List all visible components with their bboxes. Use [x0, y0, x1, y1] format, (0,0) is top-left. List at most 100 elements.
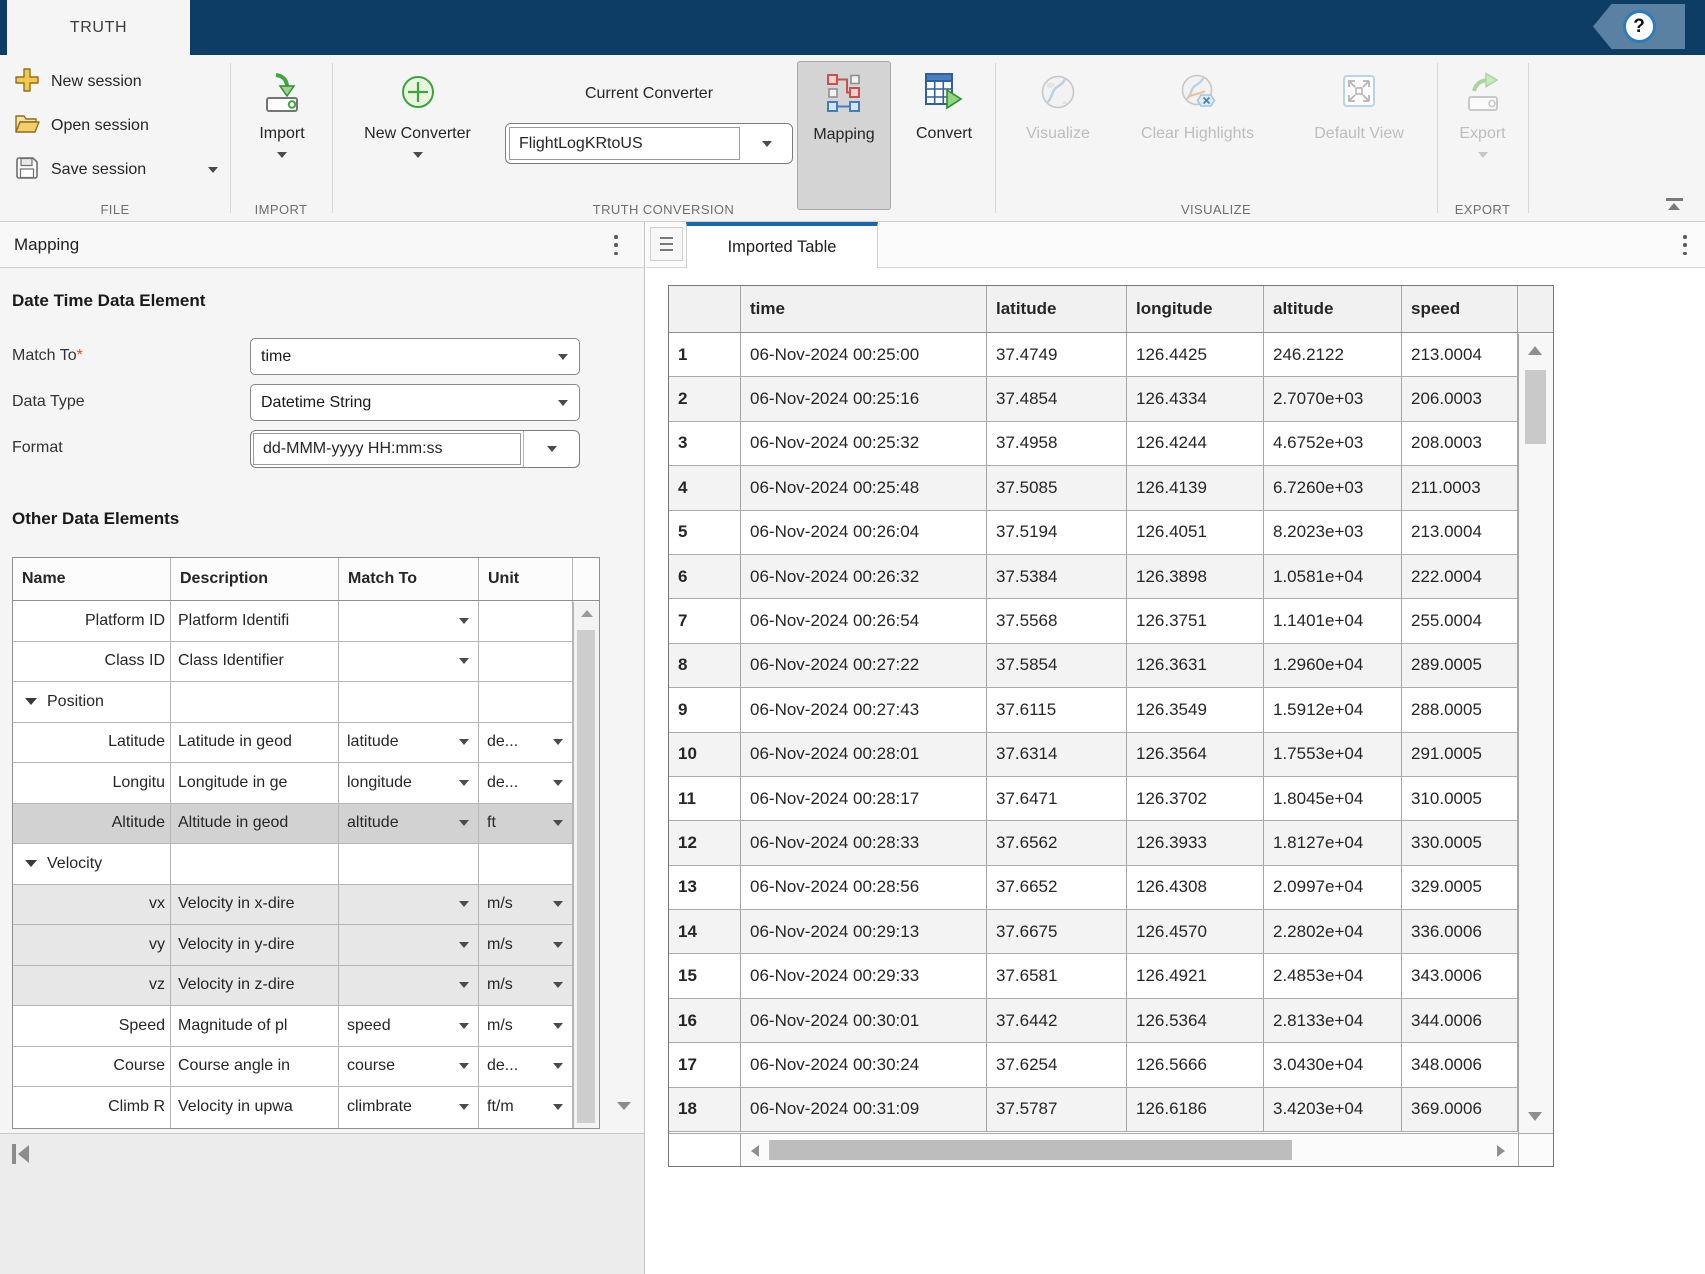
latitude-cell[interactable]: 37.5568 [987, 599, 1127, 642]
longitude-cell[interactable]: 126.3631 [1127, 644, 1264, 687]
mapping-table-row[interactable]: vz Velocity in z-dire m/s [13, 966, 575, 1007]
latitude-cell[interactable]: 37.4854 [987, 377, 1127, 420]
data-type-select[interactable]: Datetime String [250, 384, 580, 421]
collapse-ribbon-button[interactable] [1666, 198, 1683, 211]
mapping-button[interactable]: Mapping [797, 61, 891, 210]
altitude-cell[interactable]: 2.2802e+04 [1264, 910, 1402, 953]
time-cell[interactable]: 06-Nov-2024 00:26:04 [741, 511, 987, 554]
scroll-up-icon[interactable] [581, 610, 593, 617]
element-name-cell[interactable]: Latitude [13, 723, 171, 763]
row-number-cell[interactable]: 2 [669, 377, 741, 420]
time-cell[interactable]: 06-Nov-2024 00:25:16 [741, 377, 987, 420]
group-collapse-icon[interactable] [25, 698, 37, 705]
mapping-table-row[interactable]: Speed Magnitude of pl speed m/s [13, 1006, 575, 1047]
table-row[interactable]: 13 06-Nov-2024 00:28:56 37.6652 126.4308… [669, 866, 1518, 910]
default-view-button[interactable]: Default View [1288, 61, 1430, 211]
row-number-cell[interactable]: 14 [669, 910, 741, 953]
mapping-table-row[interactable]: Platform ID Platform Identifi [13, 601, 575, 642]
table-row[interactable]: 11 06-Nov-2024 00:28:17 37.6471 126.3702… [669, 777, 1518, 821]
row-number-cell[interactable]: 18 [669, 1088, 741, 1131]
table-row[interactable]: 9 06-Nov-2024 00:27:43 37.6115 126.3549 … [669, 688, 1518, 732]
speed-cell[interactable]: 330.0005 [1402, 821, 1518, 864]
collapse-panel-button[interactable] [12, 1144, 29, 1164]
scroll-right-icon[interactable] [1497, 1145, 1505, 1157]
export-dropdown-icon[interactable] [1478, 152, 1488, 158]
altitude-cell[interactable]: 1.7553e+04 [1264, 733, 1402, 776]
time-cell[interactable]: 06-Nov-2024 00:25:48 [741, 466, 987, 509]
latitude-cell[interactable]: 37.5194 [987, 511, 1127, 554]
mapping-table-row[interactable]: Latitude Latitude in geod latitude de... [13, 723, 575, 764]
row-number-cell[interactable]: 8 [669, 644, 741, 687]
unit-dropdown-cell[interactable] [479, 682, 573, 722]
longitude-cell[interactable]: 126.4921 [1127, 954, 1264, 997]
format-dropdown-button[interactable] [523, 431, 579, 467]
save-session-dropdown-icon[interactable] [208, 167, 218, 173]
longitude-cell[interactable]: 126.3549 [1127, 688, 1264, 731]
match-to-dropdown-cell[interactable] [339, 844, 479, 884]
open-session-button[interactable]: Open session [8, 104, 224, 148]
speed-cell[interactable]: 206.0003 [1402, 377, 1518, 420]
current-converter-value[interactable]: FlightLogKRtoUS [509, 127, 740, 160]
table-row[interactable]: 2 06-Nov-2024 00:25:16 37.4854 126.4334 … [669, 377, 1518, 421]
table-row[interactable]: 3 06-Nov-2024 00:25:32 37.4958 126.4244 … [669, 422, 1518, 466]
horizontal-scrollbar[interactable] [669, 1133, 1553, 1166]
speed-cell[interactable]: 213.0004 [1402, 511, 1518, 554]
speed-cell[interactable]: 208.0003 [1402, 422, 1518, 465]
match-to-dropdown-cell[interactable] [339, 925, 479, 965]
unit-dropdown-cell[interactable]: de... [479, 1047, 573, 1087]
unit-dropdown-cell[interactable]: m/s [479, 925, 573, 965]
speed-cell[interactable]: 329.0005 [1402, 866, 1518, 909]
column-header-longitude[interactable]: longitude [1127, 286, 1264, 332]
scrollbar-thumb[interactable] [1525, 370, 1546, 444]
mapping-table-row[interactable]: Position [13, 682, 575, 723]
latitude-cell[interactable]: 37.5384 [987, 555, 1127, 598]
table-row[interactable]: 5 06-Nov-2024 00:26:04 37.5194 126.4051 … [669, 511, 1518, 555]
row-number-cell[interactable]: 12 [669, 821, 741, 864]
element-name-cell[interactable]: vz [13, 966, 171, 1006]
column-header-description[interactable]: Description [171, 558, 339, 600]
longitude-cell[interactable]: 126.5666 [1127, 1043, 1264, 1086]
scroll-left-icon[interactable] [751, 1145, 759, 1157]
mapping-table-row[interactable]: Climb R Velocity in upwa climbrate ft/m [13, 1087, 575, 1128]
new-converter-dropdown-icon[interactable] [413, 152, 423, 158]
latitude-cell[interactable]: 37.6581 [987, 954, 1127, 997]
longitude-cell[interactable]: 126.4334 [1127, 377, 1264, 420]
export-button[interactable]: Export [1440, 61, 1525, 211]
speed-cell[interactable]: 222.0004 [1402, 555, 1518, 598]
time-cell[interactable]: 06-Nov-2024 00:30:24 [741, 1043, 987, 1086]
time-cell[interactable]: 06-Nov-2024 00:28:17 [741, 777, 987, 820]
clear-highlights-button[interactable]: Clear Highlights [1115, 61, 1280, 211]
current-converter-combobox[interactable]: FlightLogKRtoUS [505, 123, 793, 164]
mapping-panel-menu-icon[interactable] [614, 235, 618, 255]
table-row[interactable]: 16 06-Nov-2024 00:30:01 37.6442 126.5364… [669, 999, 1518, 1043]
time-cell[interactable]: 06-Nov-2024 00:27:22 [741, 644, 987, 687]
format-combobox[interactable]: dd-MMM-yyyy HH:mm:ss [250, 430, 580, 468]
altitude-cell[interactable]: 1.5912e+04 [1264, 688, 1402, 731]
altitude-cell[interactable]: 2.0997e+04 [1264, 866, 1402, 909]
longitude-cell[interactable]: 126.3702 [1127, 777, 1264, 820]
current-converter-dropdown-button[interactable] [742, 124, 792, 163]
visualize-button[interactable]: Visualize [1008, 61, 1108, 211]
column-header-speed[interactable]: speed [1402, 286, 1518, 332]
row-number-cell[interactable]: 9 [669, 688, 741, 731]
column-header-name[interactable]: Name [13, 558, 171, 600]
tab-imported-table[interactable]: Imported Table [686, 222, 878, 268]
column-header-match-to[interactable]: Match To [339, 558, 479, 600]
unit-dropdown-cell[interactable] [479, 844, 573, 884]
speed-cell[interactable]: 291.0005 [1402, 733, 1518, 776]
latitude-cell[interactable]: 37.6562 [987, 821, 1127, 864]
help-button[interactable]: ? [1593, 4, 1685, 49]
longitude-cell[interactable]: 126.4244 [1127, 422, 1264, 465]
speed-cell[interactable]: 255.0004 [1402, 599, 1518, 642]
column-header-unit[interactable]: Unit [479, 558, 573, 600]
row-number-cell[interactable]: 15 [669, 954, 741, 997]
format-value[interactable]: dd-MMM-yyyy HH:mm:ss [253, 433, 521, 465]
table-row[interactable]: 15 06-Nov-2024 00:29:33 37.6581 126.4921… [669, 954, 1518, 998]
match-to-dropdown-cell[interactable] [339, 966, 479, 1006]
table-row[interactable]: 12 06-Nov-2024 00:28:33 37.6562 126.3933… [669, 821, 1518, 865]
row-number-cell[interactable]: 16 [669, 999, 741, 1042]
altitude-cell[interactable]: 3.0430e+04 [1264, 1043, 1402, 1086]
table-row[interactable]: 8 06-Nov-2024 00:27:22 37.5854 126.3631 … [669, 644, 1518, 688]
group-collapse-icon[interactable] [25, 860, 37, 867]
speed-cell[interactable]: 336.0006 [1402, 910, 1518, 953]
